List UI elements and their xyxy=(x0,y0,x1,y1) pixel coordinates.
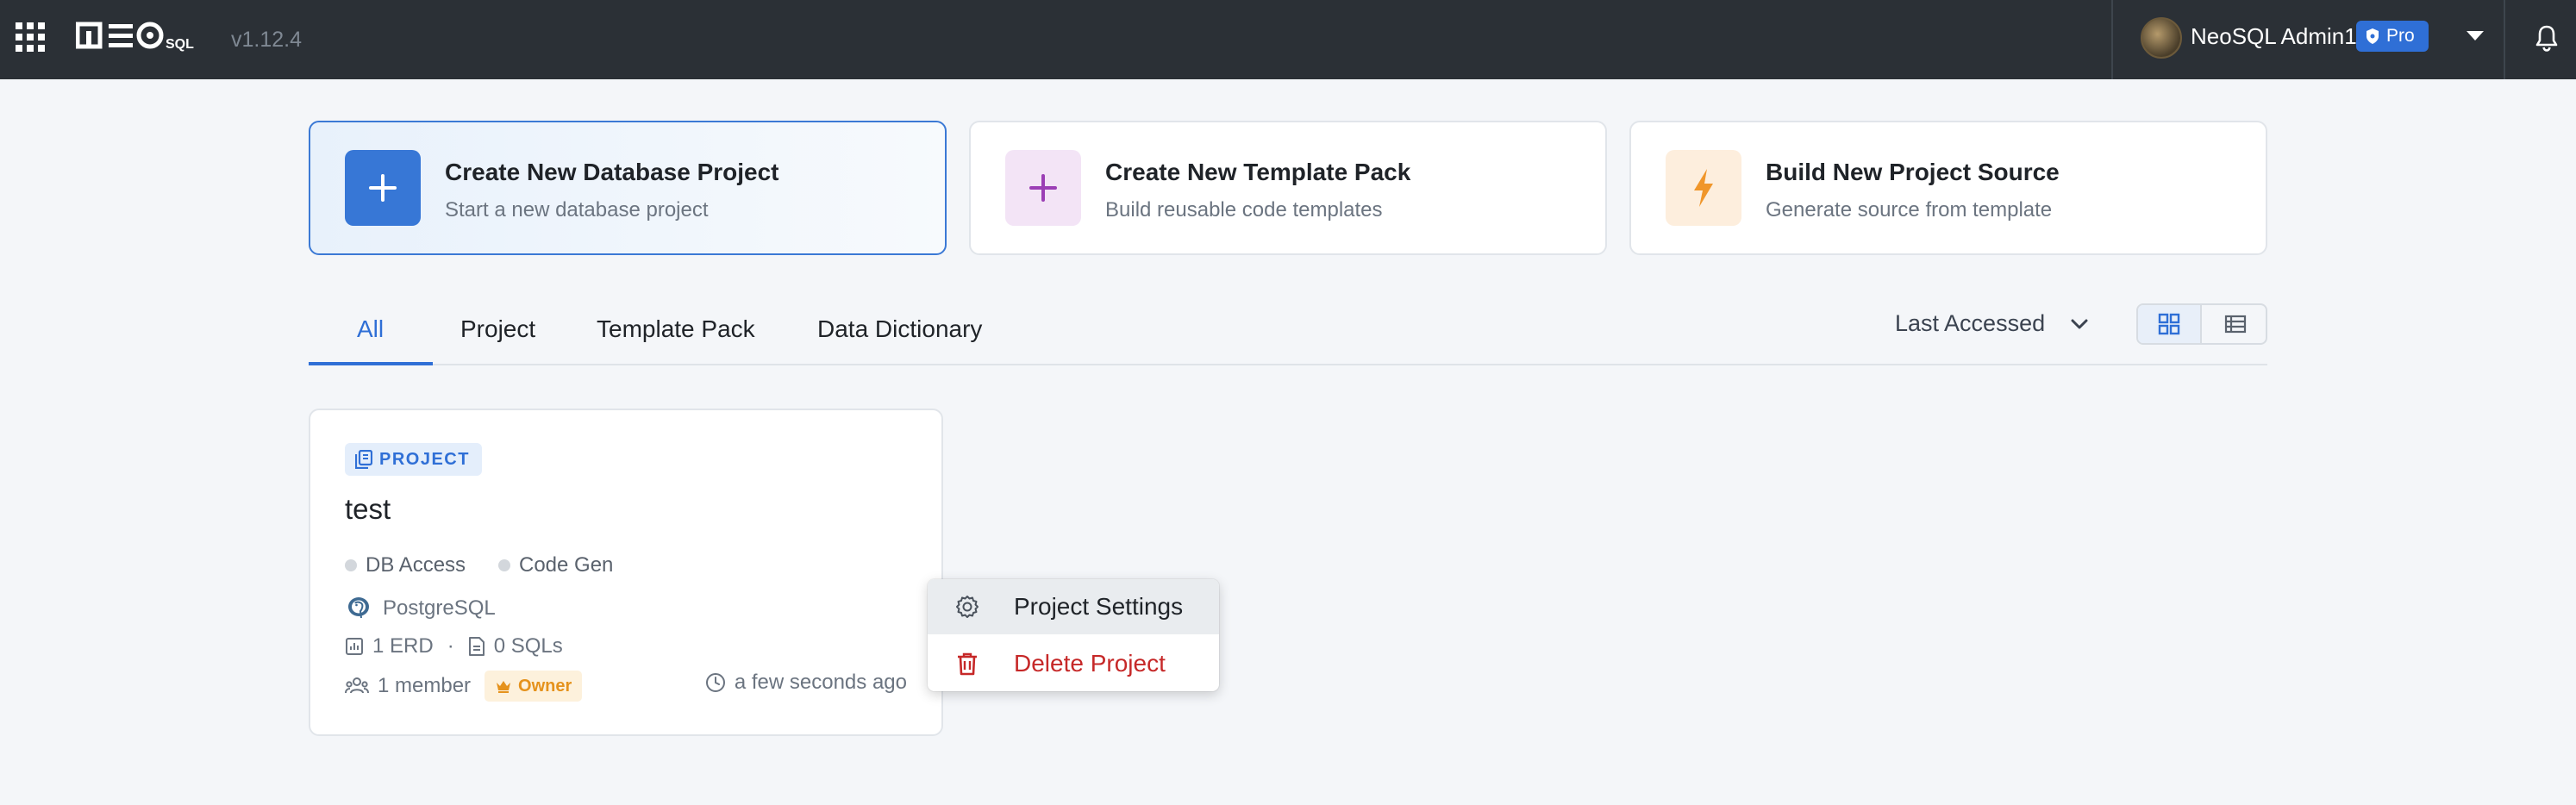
project-name[interactable]: test xyxy=(345,493,391,526)
user-menu[interactable]: NeoSQL Admin1 Pro xyxy=(2111,0,2504,79)
project-type-tag: PROJECT xyxy=(345,443,482,476)
tab-all[interactable]: All xyxy=(357,315,384,343)
tab-data-dictionary[interactable]: Data Dictionary xyxy=(817,315,982,343)
grid-view-button[interactable] xyxy=(2138,305,2202,343)
shield-icon xyxy=(2367,28,2379,44)
menu-item-label: Project Settings xyxy=(1014,593,1184,620)
user-name: NeoSQL Admin1 xyxy=(2191,23,2357,49)
build-project-source-card[interactable]: Build New Project Source Generate source… xyxy=(1629,121,2267,255)
avatar[interactable] xyxy=(2141,17,2182,59)
tab-project[interactable]: Project xyxy=(460,315,535,343)
menu-item-project-settings[interactable]: Project Settings xyxy=(928,579,1219,634)
chevron-down-icon[interactable] xyxy=(2069,314,2090,334)
database-type: PostgreSQL xyxy=(345,595,496,622)
notifications[interactable] xyxy=(2504,0,2576,79)
project-context-menu: Project Settings Delete Project xyxy=(928,579,1219,691)
action-subtitle: Start a new database project xyxy=(445,198,709,222)
capability-label: DB Access xyxy=(366,553,466,577)
app-version: v1.12.4 xyxy=(231,28,303,52)
project-stats: 1 ERD · 0 SQLs xyxy=(345,634,563,658)
neosql-logo[interactable]: SQL xyxy=(76,19,214,53)
last-accessed: a few seconds ago xyxy=(705,671,907,695)
project-members: 1 member Owner xyxy=(345,671,583,702)
document-icon xyxy=(468,637,485,656)
pro-badge-label: Pro xyxy=(2386,26,2415,46)
owner-badge: Owner xyxy=(485,671,583,702)
last-accessed-text: a few seconds ago xyxy=(734,671,907,694)
postgresql-icon xyxy=(348,597,369,619)
trash-icon xyxy=(958,652,977,676)
owner-label: Owner xyxy=(518,676,572,696)
database-label: PostgreSQL xyxy=(383,596,496,620)
erd-chart-icon xyxy=(346,638,363,655)
tab-template-pack[interactable]: Template Pack xyxy=(597,315,755,343)
sql-count: 0 SQLs xyxy=(493,634,563,658)
lightning-icon xyxy=(1666,150,1741,226)
capability-db-access: DB Access xyxy=(345,553,466,577)
svg-text:SQL: SQL xyxy=(166,37,194,52)
create-template-pack-card[interactable]: Create New Template Pack Build reusable … xyxy=(969,121,1607,255)
action-subtitle: Generate source from template xyxy=(1766,198,2053,222)
project-type-label: PROJECT xyxy=(379,449,470,469)
list-icon xyxy=(2224,315,2247,334)
action-subtitle: Build reusable code templates xyxy=(1105,198,1383,222)
menu-item-delete-project[interactable]: Delete Project xyxy=(928,636,1219,691)
status-dot xyxy=(498,559,510,571)
apps-grid-icon[interactable] xyxy=(16,22,45,52)
project-icon xyxy=(355,450,372,469)
clock-icon xyxy=(705,673,725,692)
action-title: Create New Template Pack xyxy=(1105,159,1411,185)
project-card[interactable]: PROJECT test DB Access Code Gen PostgreS… xyxy=(309,409,943,736)
menu-item-label: Delete Project xyxy=(1014,650,1166,677)
sort-select[interactable]: Last Accessed xyxy=(1895,310,2045,337)
separator-dot: · xyxy=(447,634,454,658)
grid-icon xyxy=(2158,313,2180,335)
list-view-button[interactable] xyxy=(2204,305,2267,343)
status-dot xyxy=(345,559,357,571)
plus-icon xyxy=(345,150,421,226)
gear-icon xyxy=(956,596,979,618)
caret-down-icon[interactable] xyxy=(2467,31,2484,41)
pro-badge: Pro xyxy=(2356,21,2429,52)
erd-count: 1 ERD xyxy=(372,634,434,658)
capability-code-gen: Code Gen xyxy=(498,553,613,577)
bell-icon[interactable] xyxy=(2535,24,2559,52)
top-navigation-bar: SQL v1.12.4 NeoSQL Admin1 Pro xyxy=(0,0,2576,79)
capability-label: Code Gen xyxy=(519,553,614,577)
view-mode-toggle xyxy=(2136,303,2267,345)
plus-icon xyxy=(1005,150,1081,226)
create-database-project-card[interactable]: Create New Database Project Start a new … xyxy=(309,121,947,255)
people-icon xyxy=(345,677,369,694)
crown-icon xyxy=(497,681,511,693)
action-title: Build New Project Source xyxy=(1766,159,2060,185)
member-count: 1 member xyxy=(378,674,472,697)
action-title: Create New Database Project xyxy=(445,159,779,185)
active-tab-indicator xyxy=(309,362,433,365)
